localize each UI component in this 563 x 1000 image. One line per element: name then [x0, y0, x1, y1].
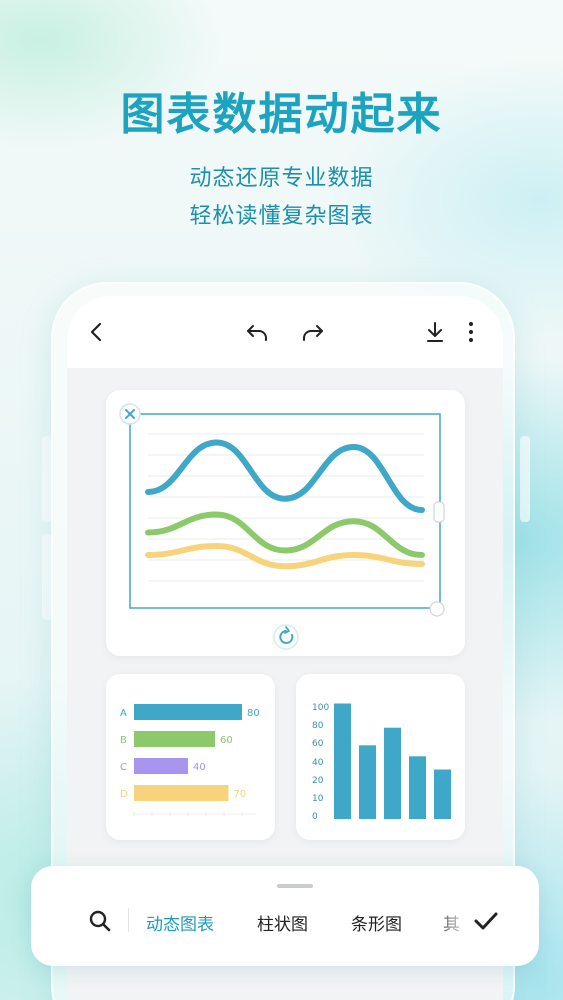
bar-B: [134, 731, 215, 747]
vertical-bar-chart: 10080604020100: [312, 703, 451, 822]
hero-subtitle-line1: 动态还原专业数据: [189, 166, 374, 191]
y-tick-label: 10: [312, 794, 324, 804]
y-tick-label: 0: [312, 812, 318, 822]
editor-toolbar: [67, 296, 503, 368]
bar-1: [334, 703, 351, 819]
tab-dynamic-chart[interactable]: 动态图表: [146, 910, 214, 935]
y-tick-label: 60: [312, 739, 324, 749]
y-tick-label: 80: [312, 721, 324, 731]
vertical-bar-chart-card[interactable]: 100 80 60 40 20 10 0: [296, 674, 465, 840]
horizontal-bar-chart: A 80 B 60 C 40 D 70: [120, 704, 260, 816]
bar-C: [134, 758, 188, 774]
check-icon[interactable]: [471, 906, 501, 936]
horizontal-bar-chart-card[interactable]: A 80 B 60 C 40 D 70: [106, 674, 275, 840]
category-label: B: [120, 735, 127, 746]
bar-A: [134, 704, 242, 720]
resize-handle-corner: [429, 601, 445, 617]
download-icon[interactable]: [421, 318, 449, 346]
selection-box: [129, 413, 441, 609]
resize-handle-right: [433, 501, 445, 523]
value-label: 70: [234, 789, 247, 800]
bar-4: [409, 756, 426, 819]
chart-type-panel: 动态图表 柱状图 条形图 其: [31, 866, 539, 966]
more-vertical-icon[interactable]: [457, 318, 485, 346]
value-label: 60: [220, 735, 233, 746]
bar-2: [359, 745, 376, 819]
undo-icon[interactable]: [243, 318, 271, 346]
bar-3: [384, 727, 401, 819]
hero-title: 图表数据动起来: [120, 89, 443, 140]
category-label: C: [120, 762, 127, 773]
category-label: A: [120, 708, 127, 719]
y-tick-label: 100: [312, 703, 329, 713]
search-icon[interactable]: [87, 908, 113, 934]
chevron-left-icon[interactable]: [83, 318, 111, 346]
bar-D: [134, 785, 229, 801]
bar-5: [434, 769, 451, 819]
tab-bar-chart[interactable]: 条形图: [351, 910, 402, 935]
redo-icon[interactable]: [299, 318, 327, 346]
line-chart[interactable]: [106, 390, 465, 656]
hero-subtitle-line2: 轻松读懂复杂图表: [189, 204, 374, 229]
y-tick-label: 20: [312, 776, 324, 786]
rotate-icon: [273, 624, 299, 650]
phone-side-button: [520, 436, 530, 522]
value-label: 40: [193, 762, 206, 773]
close-icon: [119, 403, 141, 425]
tab-column-chart[interactable]: 柱状图: [257, 910, 308, 935]
divider: [128, 908, 129, 932]
y-tick-label: 40: [312, 758, 324, 768]
line-series-group: [145, 439, 425, 570]
category-label: D: [120, 789, 128, 800]
line-chart-card[interactable]: [106, 390, 465, 656]
value-label: 80: [247, 708, 260, 719]
drag-handle[interactable]: [277, 884, 313, 888]
